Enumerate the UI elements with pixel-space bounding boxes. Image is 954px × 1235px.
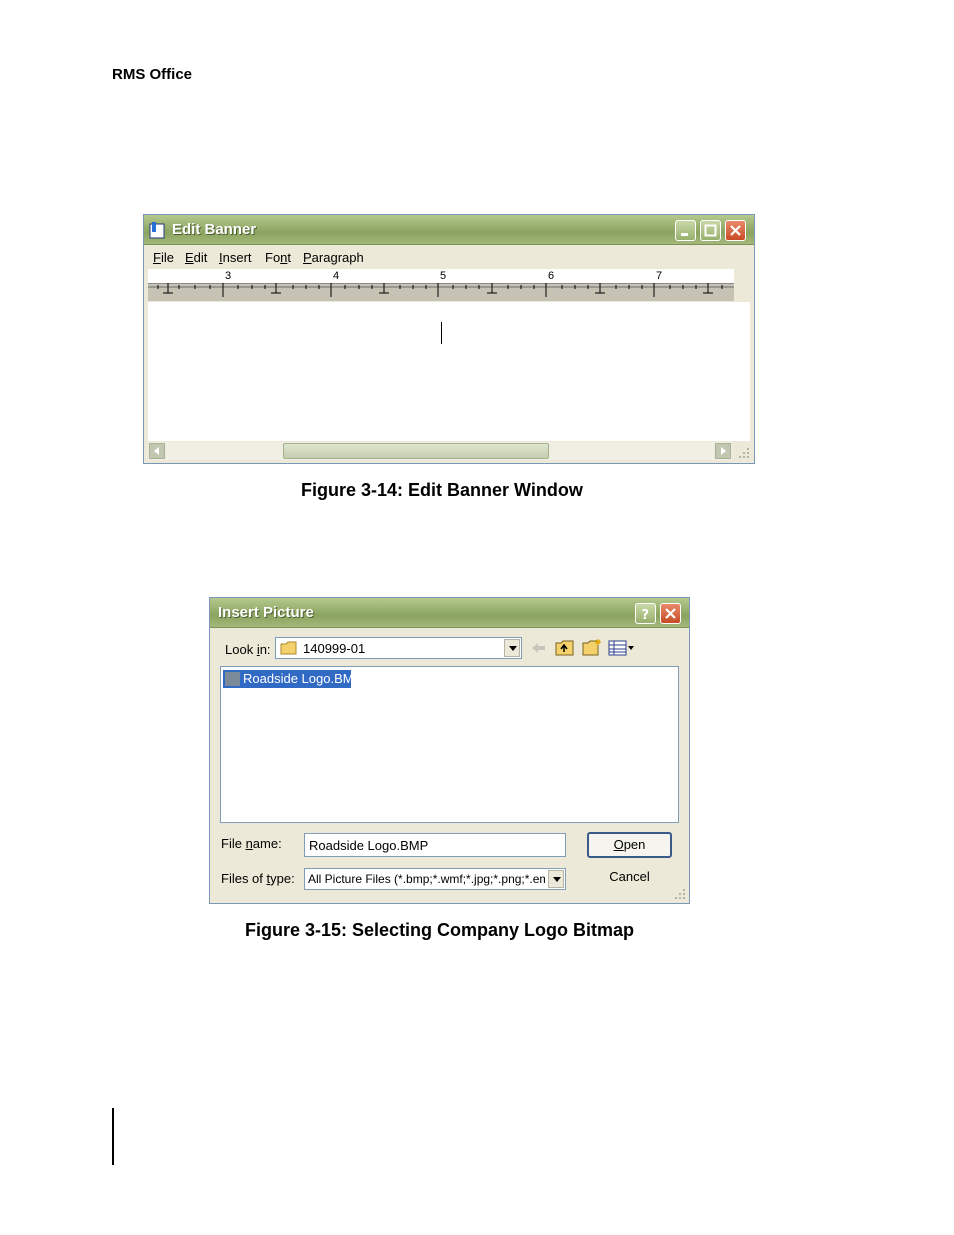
ruler-number: 4	[333, 270, 340, 282]
bitmap-file-icon	[225, 672, 240, 686]
scroll-thumb[interactable]	[283, 443, 549, 459]
maximize-button[interactable]	[700, 220, 721, 241]
edit-banner-title: Edit Banner	[172, 221, 257, 238]
up-one-level-icon[interactable]	[555, 640, 575, 656]
menu-paragraph[interactable]: Paragraph	[303, 250, 364, 265]
scroll-right-button[interactable]	[715, 443, 731, 459]
edit-banner-window: Edit Banner File Edit Insert Font Paragr…	[143, 214, 755, 464]
back-icon[interactable]	[530, 640, 548, 656]
ruler[interactable]: 3 4 5 6 7	[148, 269, 734, 301]
look-in-value: 140999-01	[303, 641, 366, 656]
insert-picture-title: Insert Picture	[218, 604, 314, 621]
scroll-left-button[interactable]	[149, 443, 165, 459]
files-of-type-value: All Picture Files (*.bmp;*.wmf;*.jpg;*.p…	[308, 872, 545, 886]
page-header: RMS Office	[112, 66, 193, 83]
ruler-number: 6	[548, 270, 555, 282]
close-button[interactable]	[725, 220, 746, 241]
figure-caption-3-14: Figure 3-14: Edit Banner Window	[301, 480, 583, 500]
menu-insert[interactable]: Insert	[219, 250, 252, 265]
look-in-dropdown[interactable]: 140999-01	[275, 637, 522, 659]
resize-grip-icon[interactable]	[671, 885, 687, 901]
file-item-label: Roadside Logo.BMP	[243, 671, 363, 686]
file-item-roadside-logo[interactable]: Roadside Logo.BMP	[223, 670, 362, 688]
close-button[interactable]	[660, 603, 681, 624]
ruler-number: 7	[656, 270, 663, 282]
menu-file[interactable]: File	[153, 250, 174, 265]
file-name-label: File name:	[221, 836, 282, 851]
views-menu-icon[interactable]	[608, 640, 636, 656]
horizontal-scrollbar[interactable]	[148, 442, 732, 460]
cancel-button[interactable]: Cancel	[587, 866, 672, 890]
look-in-dropdown-arrow[interactable]	[504, 639, 520, 657]
files-of-type-dropdown[interactable]: All Picture Files (*.bmp;*.wmf;*.jpg;*.p…	[304, 868, 566, 890]
ruler-number: 5	[440, 270, 447, 282]
ruler-number: 3	[225, 270, 232, 282]
menu-edit[interactable]: Edit	[185, 250, 207, 265]
insert-picture-titlebar[interactable]: Insert Picture ?	[210, 598, 689, 628]
margin-rule	[112, 1108, 114, 1165]
edit-banner-titlebar[interactable]: Edit Banner	[144, 215, 754, 245]
files-of-type-label: Files of type:	[221, 871, 295, 886]
app-icon	[149, 221, 167, 244]
menu-bar: File Edit Insert Font Paragraph	[148, 246, 750, 268]
new-folder-icon[interactable]	[582, 638, 602, 656]
figure-caption-3-15: Figure 3-15: Selecting Company Logo Bitm…	[245, 920, 635, 940]
resize-grip-icon[interactable]	[735, 444, 751, 460]
open-button[interactable]: Open	[587, 832, 672, 858]
file-name-input[interactable]: Roadside Logo.BMP	[304, 833, 566, 857]
folder-icon	[280, 641, 297, 655]
help-button[interactable]: ?	[635, 603, 656, 624]
file-name-value: Roadside Logo.BMP	[309, 838, 429, 853]
files-of-type-dropdown-arrow[interactable]	[548, 870, 564, 888]
svg-text:?: ?	[642, 608, 650, 621]
file-list[interactable]: Roadside Logo.BMP	[220, 666, 679, 823]
banner-edit-area[interactable]	[148, 302, 750, 441]
minimize-button[interactable]	[675, 220, 696, 241]
text-caret	[441, 322, 442, 344]
look-in-label: Look in:	[225, 642, 271, 657]
insert-picture-dialog: Insert Picture ? Look in: 140999-01 Road…	[209, 597, 690, 904]
menu-font[interactable]: Font	[265, 250, 291, 265]
